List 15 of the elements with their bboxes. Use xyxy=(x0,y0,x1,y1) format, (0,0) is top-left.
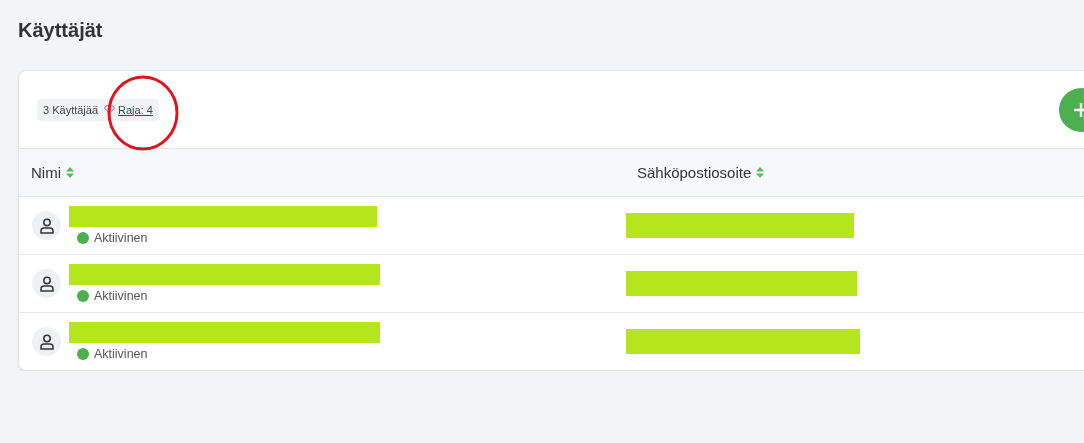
person-icon xyxy=(39,275,54,292)
page-title: Käyttäjät xyxy=(18,18,104,43)
status-label: Aktiivinen xyxy=(94,231,148,245)
status-label: Aktiivinen xyxy=(94,289,148,303)
sort-icon xyxy=(756,167,765,178)
plus-icon xyxy=(1073,101,1084,118)
user-count: 3 Käyttäjää xyxy=(43,103,99,116)
column-header[interactable]: Nimi xyxy=(19,164,619,181)
diamond-icon xyxy=(104,105,116,114)
sort-icon xyxy=(66,167,74,178)
person-icon xyxy=(39,333,54,350)
column-header[interactable]: Sähköpostiosoite xyxy=(619,164,1084,181)
status-label: Aktiivinen xyxy=(94,347,148,361)
limit-link[interactable]: Raja: 4 xyxy=(104,103,153,116)
person-icon xyxy=(39,217,54,234)
